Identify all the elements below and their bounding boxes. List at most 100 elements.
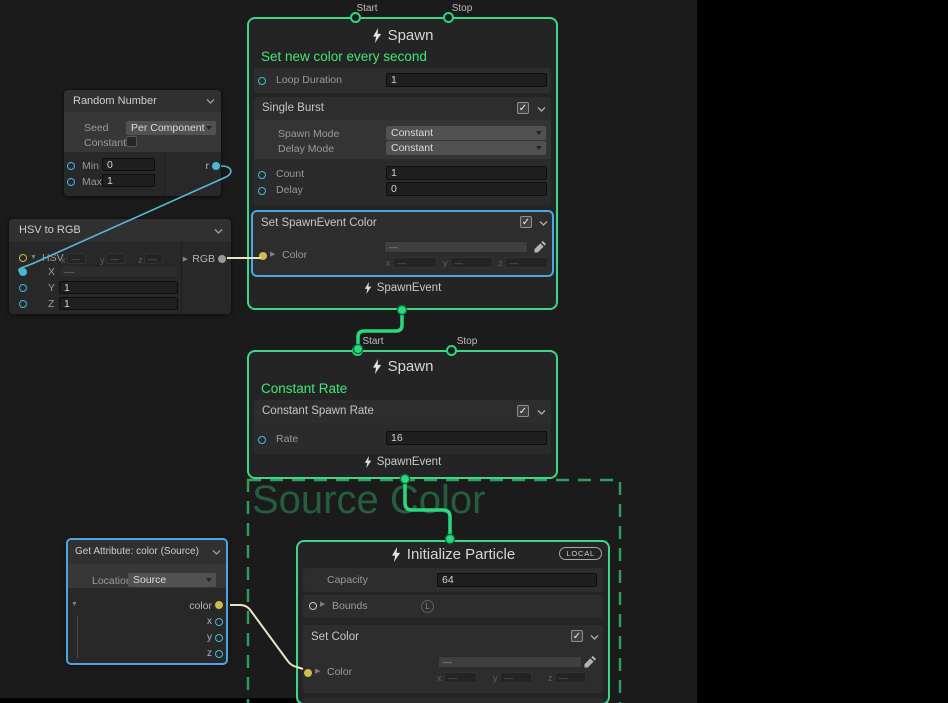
chevron-down-icon[interactable] <box>212 549 221 555</box>
spawnevent-color-gradient-field[interactable]: — <box>384 241 528 253</box>
expand-triangle-icon[interactable]: ▶ <box>270 251 275 259</box>
color-output-port[interactable] <box>215 601 223 609</box>
spawn1-subtitle[interactable]: Set new color every second <box>261 49 427 64</box>
location-dropdown[interactable]: Source <box>128 573 216 587</box>
location-label: Location <box>92 575 132 587</box>
expand-triangle-icon[interactable]: ▶ <box>320 601 325 609</box>
chevron-down-icon[interactable] <box>214 228 223 234</box>
group-title[interactable]: Source Color <box>252 478 485 523</box>
hsv-y-input[interactable]: 1 <box>59 281 178 294</box>
loop-duration-row[interactable]: Loop Duration 1 <box>254 68 551 93</box>
chevron-down-icon[interactable] <box>537 409 546 415</box>
spawnevent-color-port[interactable] <box>259 252 267 260</box>
capacity-input[interactable]: 64 <box>437 573 597 587</box>
node-random-number[interactable]: Random Number Seed Per Component Constan… <box>63 89 222 197</box>
spawn1-start-port[interactable] <box>350 12 361 23</box>
chevron-down-icon[interactable] <box>539 220 548 226</box>
block-single-burst[interactable]: Single Burst ✓ Spawn Mode Constant Delay… <box>254 97 551 205</box>
spawn-mode-dropdown[interactable]: Constant <box>386 126 546 140</box>
count-port[interactable] <box>258 171 266 179</box>
z-output-port[interactable] <box>215 650 223 658</box>
max-input[interactable]: 1 <box>102 174 155 187</box>
delay-mode-dropdown[interactable]: Constant <box>386 141 546 155</box>
random-output-port[interactable] <box>212 162 220 170</box>
y-output-port[interactable] <box>215 634 223 642</box>
bounds-port[interactable] <box>309 602 317 610</box>
set-color-checkbox[interactable]: ✓ <box>571 630 583 642</box>
chevron-down-icon[interactable] <box>590 634 599 640</box>
spawn1-stop-port[interactable] <box>443 12 454 23</box>
seed-dropdown[interactable]: Per Component <box>126 121 216 135</box>
min-input[interactable]: 0 <box>102 158 155 171</box>
spawn2-title-row: Spawn <box>249 358 556 375</box>
rate-port[interactable] <box>258 436 266 444</box>
chevron-down-icon[interactable] <box>206 98 215 104</box>
node-spawn-1[interactable]: Start Stop Spawn Set new color every sec… <box>247 17 558 310</box>
set-spawnevent-color-checkbox[interactable]: ✓ <box>520 216 532 228</box>
count-input[interactable]: 1 <box>386 166 547 180</box>
io-divider <box>164 152 165 196</box>
lightning-icon <box>364 456 372 468</box>
next-block-stub[interactable] <box>303 698 603 703</box>
lightning-icon <box>372 28 382 43</box>
expand-triangle-icon[interactable]: ▶ <box>183 256 188 264</box>
local-space-icon[interactable]: L <box>421 600 434 613</box>
hsv-x-input[interactable]: — <box>59 265 178 278</box>
hsv-y-label: Y <box>48 282 55 294</box>
local-badge: LOCAL <box>559 547 602 560</box>
set-color-y-field[interactable]: — <box>500 672 532 683</box>
spawnevent-color-x-field[interactable]: — <box>393 257 437 268</box>
hsv-input-port[interactable] <box>19 254 27 262</box>
expand-triangle-icon[interactable]: ▶ <box>315 668 320 676</box>
x-output-port[interactable] <box>215 618 223 626</box>
hsv-z-port[interactable] <box>19 300 27 308</box>
capacity-row[interactable]: Capacity 64 <box>303 568 603 592</box>
spawnevent-color-z-field[interactable]: — <box>505 257 548 268</box>
rgb-output-port[interactable] <box>218 255 226 263</box>
node-get-attribute[interactable]: Get Attribute: color (Source) Location S… <box>66 538 228 665</box>
lightning-icon <box>372 359 382 374</box>
set-color-gradient-field[interactable]: — <box>438 656 582 668</box>
hsv-z-input[interactable]: 1 <box>59 297 178 310</box>
eyedropper-icon[interactable] <box>534 240 547 253</box>
loop-duration-input[interactable]: 1 <box>386 73 547 87</box>
y-axis-label: y <box>100 255 105 265</box>
edge-getattribute-to-setcolor[interactable] <box>230 605 303 669</box>
chevron-down-icon[interactable] <box>537 106 546 112</box>
spawn2-start-port[interactable] <box>352 345 363 356</box>
block-set-spawnevent-color[interactable]: Set SpawnEvent Color ✓ ▶ Color — x — y —… <box>251 210 554 277</box>
hsv-title: HSV to RGB <box>19 224 81 236</box>
node-initialize-particle[interactable]: Initialize Particle LOCAL Capacity 64 ▶ … <box>296 540 610 703</box>
black-bottom-strip <box>0 698 296 703</box>
collapse-triangle-icon[interactable]: ▼ <box>71 601 78 609</box>
node-spawn-2[interactable]: Start Stop Spawn Constant Rate Constant … <box>247 350 558 479</box>
delay-input[interactable]: 0 <box>386 182 547 196</box>
set-color-x-field[interactable]: — <box>444 672 477 683</box>
loop-duration-port[interactable] <box>258 77 266 85</box>
node-hsv-to-rgb[interactable]: HSV to RGB ▼ HSV x — y — z — X — Y 1 Z 1… <box>8 218 232 315</box>
hsv-x-port[interactable] <box>19 268 27 276</box>
spawnevent-color-y-field[interactable]: — <box>450 257 493 268</box>
block-constant-spawn-rate[interactable]: Constant Spawn Rate ✓ Rate 16 <box>254 400 551 454</box>
collapse-triangle-icon[interactable]: ▼ <box>30 254 37 262</box>
spawn2-subtitle[interactable]: Constant Rate <box>261 381 347 396</box>
bounds-row[interactable]: ▶ Bounds L <box>303 595 603 618</box>
hsv-y-field[interactable]: — <box>106 253 125 264</box>
max-port[interactable] <box>67 178 75 186</box>
min-port[interactable] <box>67 162 75 170</box>
set-color-z-field[interactable]: — <box>555 672 586 683</box>
block-set-color[interactable]: Set Color ✓ ▶ Color — x — y — z — <box>303 625 603 693</box>
delay-port[interactable] <box>258 187 266 195</box>
hsv-y-port[interactable] <box>19 284 27 292</box>
single-burst-checkbox[interactable]: ✓ <box>517 102 529 114</box>
delay-mode-label: Delay Mode <box>278 143 334 155</box>
spawn2-stop-port[interactable] <box>446 345 457 356</box>
rate-input[interactable]: 16 <box>386 431 547 445</box>
hsv-z-field[interactable]: — <box>144 253 163 264</box>
constant-checkbox[interactable] <box>126 136 137 147</box>
set-color-port[interactable] <box>304 669 312 677</box>
eyedropper-icon[interactable] <box>584 655 597 668</box>
vfx-graph-canvas[interactable]: Source Color Start Stop Spawn Set new co… <box>0 0 948 703</box>
constant-spawn-rate-checkbox[interactable]: ✓ <box>517 405 529 417</box>
hsv-x-field[interactable]: — <box>67 253 86 264</box>
